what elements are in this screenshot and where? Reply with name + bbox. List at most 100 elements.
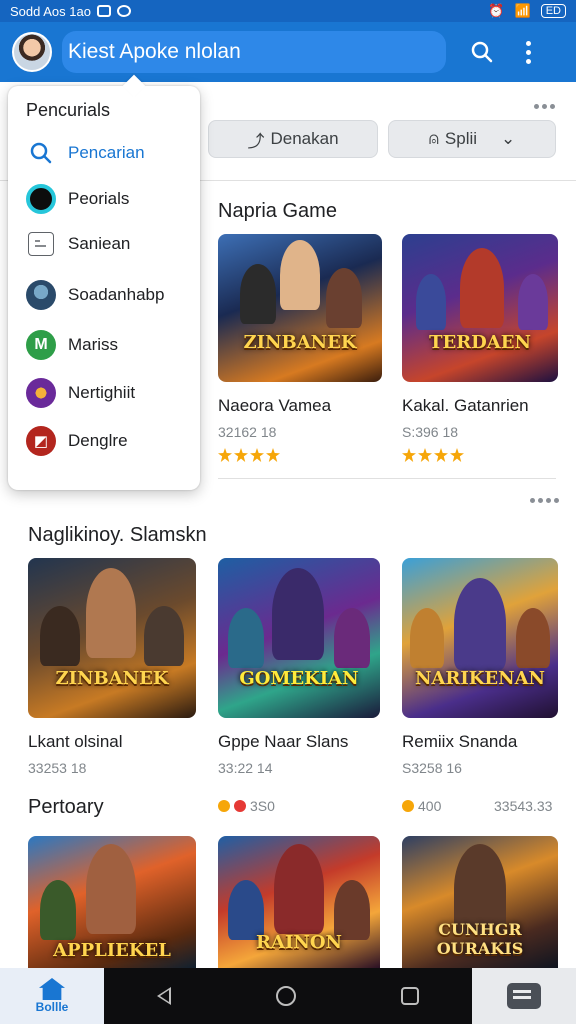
cast-button[interactable] (472, 968, 576, 1024)
chip-label: Splii (444, 129, 478, 148)
chip-label: Denakan (270, 129, 339, 148)
game-card[interactable]: ZINBANEK Lkant olsinal 33253 18 (28, 558, 196, 776)
home-circle-icon[interactable] (275, 986, 296, 1006)
section-info: 33543.33 (494, 798, 552, 814)
coin-icon (402, 800, 414, 812)
game-card[interactable]: ZINBANEK Naeora Vamea 32162 18 (218, 234, 382, 462)
menu-item-label: Saniean (68, 234, 131, 253)
game-thumbnail[interactable]: ZINBANEK (218, 234, 382, 382)
game-thumbnail[interactable]: TERDAEN (402, 234, 558, 382)
nav-home-label: Bollle (35, 1000, 69, 1014)
game-name: Naeora Vamea (218, 396, 332, 415)
game-thumbnail[interactable]: APPLIEKEL (28, 836, 196, 968)
heart-icon (234, 800, 246, 812)
menu-item-soadanhabp[interactable]: Soadanhabp (26, 280, 196, 310)
game-name: Lkant olsinal (28, 732, 123, 751)
bottom-nav: Bollle (0, 968, 576, 1024)
game-name: Gppe Naar Slans (218, 732, 349, 751)
menu-item-label: Peorials (68, 189, 130, 208)
notification-icon (96, 5, 111, 17)
app-bar: Kiest Apoke nlolan (0, 22, 576, 82)
menu-item-peorials[interactable]: Peorials (26, 184, 196, 214)
status-text: Sodd Aos 1ao (10, 3, 91, 19)
dropdown-title: Pencurials (26, 100, 111, 120)
avatar[interactable] (12, 32, 52, 72)
menu-item-label: Nertighiit (68, 383, 136, 402)
section-title: Napria Game (218, 200, 337, 222)
game-meta: 33:22 14 (218, 760, 273, 776)
game-card[interactable]: CUNHGR OURAKIS (402, 836, 558, 968)
battery-icon: ED (540, 4, 566, 18)
person-icon: ⍝ (428, 129, 439, 148)
search-input-text: Kiest Apoke nlolan (68, 40, 241, 63)
game-banner: CUNHGR OURAKIS (436, 920, 524, 958)
game-card[interactable]: GOMEKIAN Gppe Naar Slans 33:22 14 (218, 558, 380, 776)
info-value: 400 (418, 798, 442, 814)
recents-icon[interactable] (401, 987, 420, 1005)
section-info: 400 (402, 798, 441, 814)
divider (218, 478, 556, 479)
game-thumbnail[interactable]: NARIKENAN (402, 558, 558, 718)
fire-icon (26, 378, 56, 408)
menu-item-label: Mariss (68, 335, 119, 354)
shield-icon: M (26, 330, 56, 360)
more-options-button[interactable] (508, 32, 548, 72)
home-icon (39, 978, 65, 1000)
section-more-icon[interactable] (534, 104, 555, 109)
menu-item-label: Denglre (68, 431, 128, 450)
game-banner: RAINON (256, 932, 342, 953)
info-value: 3S0 (250, 798, 275, 814)
section-title: Pertoary (28, 796, 104, 818)
document-icon (28, 232, 54, 256)
game-card[interactable]: RAINON (218, 836, 380, 968)
game-banner: TERDAEN (429, 332, 531, 353)
filter-chip-denakan[interactable]: ⤴ Denakan (208, 120, 378, 158)
nav-home-button[interactable]: Bollle (0, 968, 104, 1024)
search-input[interactable]: Kiest Apoke nlolan (62, 31, 446, 73)
rating-stars (402, 448, 558, 462)
game-card[interactable]: TERDAEN Kakal. Gatanrien S:396 18 (402, 234, 558, 462)
menu-item-pencarian[interactable]: Pencarian (26, 138, 196, 168)
menu-item-denglre[interactable]: ◩ Denglre (26, 426, 196, 456)
filter-chip-splii[interactable]: ⍝ Splii ⌄ (388, 120, 556, 158)
cube-icon: ◩ (26, 426, 56, 456)
info-value: 33543.33 (494, 798, 553, 814)
game-thumbnail[interactable]: GOMEKIAN (218, 558, 380, 718)
search-icon (26, 138, 56, 168)
menu-item-saniean[interactable]: Saniean (26, 232, 196, 256)
menu-item-nertighiit[interactable]: Nertighiit (26, 378, 196, 408)
route-icon: ⤴ (247, 131, 265, 151)
avatar-icon (26, 280, 56, 310)
game-name: Remiix Snanda (402, 732, 518, 751)
status-bar: Sodd Aos 1ao ⏰ 📶 ED (0, 0, 576, 22)
wifi-icon: 📶 (514, 3, 531, 18)
search-button[interactable] (462, 32, 502, 72)
filter-chips: ⤴ Denakan ⍝ Splii ⌄ (208, 120, 556, 158)
menu-item-mariss[interactable]: M Mariss (26, 330, 196, 360)
chevron-down-icon: ⌄ (501, 129, 516, 148)
back-icon[interactable] (156, 987, 171, 1005)
sync-icon (116, 5, 131, 17)
alarm-icon: ⏰ (488, 3, 505, 18)
game-card[interactable]: APPLIEKEL (28, 836, 196, 968)
coin-icon (218, 800, 230, 812)
section-more-icon[interactable] (530, 498, 559, 503)
game-card[interactable]: NARIKENAN Remiix Snanda S3258 16 (402, 558, 558, 776)
game-name: Kakal. Gatanrien (402, 396, 529, 415)
game-thumbnail[interactable]: ZINBANEK (28, 558, 196, 718)
game-banner: ZINBANEK (243, 332, 357, 353)
game-thumbnail[interactable]: RAINON (218, 836, 380, 968)
game-banner: NARIKENAN (414, 668, 546, 689)
ring-icon (26, 184, 56, 214)
game-banner: APPLIEKEL (53, 940, 171, 961)
game-banner: ZINBANEK (55, 668, 169, 689)
section-info: 3S0 (218, 798, 275, 814)
game-meta: S:396 18 (402, 424, 459, 440)
cast-icon (507, 983, 541, 1009)
search-icon (471, 41, 493, 63)
game-thumbnail[interactable]: CUNHGR OURAKIS (402, 836, 558, 968)
menu-item-label: Soadanhabp (68, 285, 165, 304)
rating-stars (218, 448, 382, 462)
game-meta: 32162 18 (218, 424, 277, 440)
game-meta: S3258 16 (402, 760, 462, 776)
